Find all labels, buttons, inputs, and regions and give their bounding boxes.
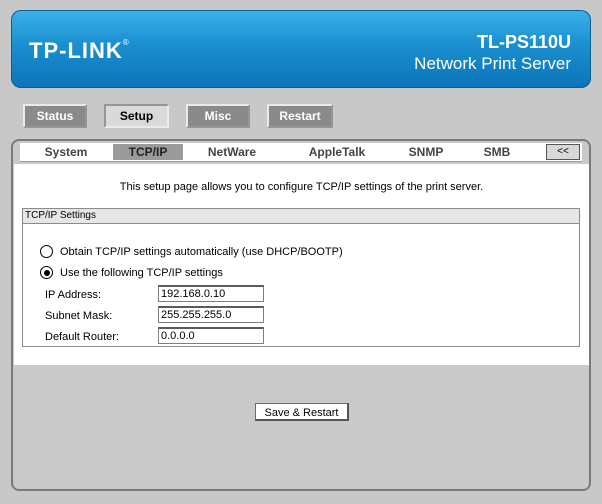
subnet-mask-input[interactable]: [158, 306, 264, 323]
product-subtitle: Network Print Server: [414, 54, 571, 73]
status-button[interactable]: Status: [23, 104, 87, 128]
tab-smb[interactable]: SMB: [472, 144, 522, 160]
header-banner: TP-LINK® TL-PS110U Network Print Server: [11, 10, 591, 88]
tp-link-logo: TP-LINK®: [29, 38, 130, 64]
tab-netware[interactable]: NetWare: [196, 144, 268, 160]
model-name: TL-PS110U: [476, 32, 571, 52]
tab-appletalk[interactable]: AppleTalk: [298, 144, 376, 160]
logo-text: TP-LINK: [29, 38, 123, 63]
tab-snmp[interactable]: SNMP: [395, 144, 457, 160]
default-router-label: Default Router:: [45, 331, 119, 343]
tcpip-settings-group: TCP/IP Settings Obtain TCP/IP settings a…: [22, 208, 580, 347]
static-radio[interactable]: [40, 266, 53, 279]
misc-button[interactable]: Misc: [186, 104, 250, 128]
logo-mark: ®: [122, 38, 130, 47]
section-title: TCP/IP Settings: [23, 209, 579, 224]
tab-system[interactable]: System: [26, 144, 106, 160]
intro-text: This setup page allows you to configure …: [119, 181, 484, 193]
dhcp-radio[interactable]: [40, 245, 53, 258]
setup-button[interactable]: Setup: [104, 104, 169, 128]
static-label: Use the following TCP/IP settings: [60, 266, 223, 279]
default-router-input[interactable]: [158, 327, 264, 344]
tab-tcpip[interactable]: TCP/IP: [113, 144, 183, 160]
subnet-mask-label: Subnet Mask:: [45, 310, 113, 322]
static-option[interactable]: Use the following TCP/IP settings: [40, 266, 223, 279]
dhcp-option[interactable]: Obtain TCP/IP settings automatically (us…: [40, 245, 343, 258]
setup-subnav: System TCP/IP NetWare AppleTalk SNMP SMB…: [20, 143, 582, 162]
ip-address-input[interactable]: [158, 285, 264, 302]
ip-address-label: IP Address:: [45, 289, 102, 301]
back-button[interactable]: <<: [546, 144, 580, 160]
restart-button[interactable]: Restart: [267, 104, 333, 128]
save-restart-button[interactable]: Save & Restart: [255, 403, 349, 421]
dhcp-label: Obtain TCP/IP settings automatically (us…: [60, 245, 343, 258]
